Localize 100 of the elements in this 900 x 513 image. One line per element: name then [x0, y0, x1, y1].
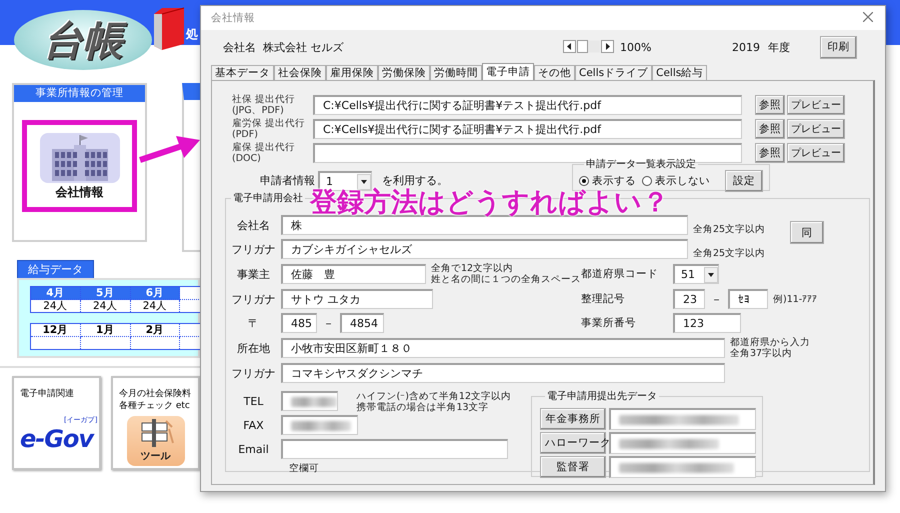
tab[interactable]: 社会保険	[274, 65, 326, 80]
field-label: 〒	[247, 316, 260, 330]
field-label: フリガナ	[230, 292, 276, 306]
same-button[interactable]: 同	[790, 221, 824, 244]
input-field[interactable]: 23	[673, 289, 705, 309]
month-header: 5月	[80, 286, 130, 300]
header-text: 処	[186, 26, 198, 43]
preview-button[interactable]: プレビュー	[787, 119, 845, 139]
input-field[interactable]	[281, 391, 338, 411]
dropdown-icon[interactable]	[357, 174, 371, 190]
field-label: 事業所番号	[581, 316, 637, 330]
tab[interactable]: Cellsドライブ	[575, 65, 652, 80]
menu-tile[interactable]: 今月の社会保険料 各種チェック etc ツール	[111, 376, 200, 470]
input-field[interactable]: カブシキガイシャセルズ	[281, 239, 688, 259]
month-header: 4月	[30, 286, 80, 300]
input-field[interactable]: 485	[281, 313, 317, 333]
file-path-field[interactable]: C:¥Cells¥提出代行に関する証明書¥テスト提出代行.pdf	[313, 119, 742, 139]
separator: －	[323, 316, 334, 330]
input-field[interactable]: 佐藤 豊	[281, 264, 426, 284]
input-field[interactable]: コマキシヤスダクシンマチ	[281, 363, 725, 383]
input-field[interactable]: 123	[673, 313, 741, 333]
input-field[interactable]	[609, 432, 756, 454]
hint-text: 例)11-ｱｱｱ	[773, 294, 818, 304]
office-button[interactable]: 年金事務所	[540, 408, 606, 430]
field-label: Email	[237, 442, 270, 456]
settings-button[interactable]: 設定	[725, 170, 763, 192]
building-icon	[38, 131, 122, 183]
hint-text: 都道府県から入力 全角37字以内	[730, 337, 810, 359]
tab[interactable]: 電子申請	[482, 63, 534, 80]
panel-title: 事業所情報の管理	[14, 85, 145, 102]
browse-button[interactable]: 参照	[755, 143, 785, 163]
app-logo: 台帳	[14, 10, 152, 70]
field-label: フリガナ	[230, 242, 276, 256]
input-field[interactable]: 4854	[340, 313, 384, 333]
field-suffix: を利用する。	[382, 173, 448, 188]
month-header: 12月	[30, 324, 80, 336]
company-info-button[interactable]: 会社情報	[22, 120, 137, 212]
field-label: 整理記号	[581, 292, 626, 306]
print-button[interactable]: 印刷	[820, 36, 857, 58]
radio-button[interactable]	[579, 176, 589, 186]
preview-button[interactable]: プレビュー	[787, 95, 845, 115]
panel-title: 給与データ	[17, 260, 94, 278]
table-cell: 24人	[130, 300, 180, 312]
hint-text: 空欄可	[289, 463, 319, 474]
office-button[interactable]: ハローワーク	[540, 432, 606, 454]
input-field[interactable]: 小牧市安田区新町１８０	[281, 338, 725, 358]
hint-text: 全角25文字以内	[693, 248, 766, 258]
window-title: 会社情報	[211, 11, 255, 25]
input-field[interactable]: ｾﾖ	[728, 289, 768, 309]
radio-option[interactable]: 表示しない	[642, 174, 710, 188]
tab[interactable]: 基本データ	[211, 65, 274, 80]
group-title: 電子申請用会社	[232, 192, 304, 205]
browse-button[interactable]: 参照	[755, 95, 785, 115]
tile-title: 電子申請関連	[20, 388, 74, 400]
tile-title: 今月の社会保険料 各種チェック etc	[119, 388, 191, 412]
hint-text: ハイフン(ｰ)含めて半角12文字以内 携帯電話の場合は半角13文字	[356, 391, 511, 413]
browse-button[interactable]: 参照	[755, 119, 785, 139]
group-title: 申請データ一覧表示設定	[585, 158, 697, 171]
hint-text: 全角25文字以内	[693, 224, 766, 234]
field-label: 雇保 提出代行 (DOC)	[232, 142, 296, 164]
field-label: 事業主	[236, 266, 271, 282]
month-header: 2月	[130, 324, 180, 336]
binder-icon	[152, 6, 186, 52]
month-header: 6月	[130, 286, 180, 300]
tool-button[interactable]: ツール	[126, 416, 184, 466]
radio-button[interactable]	[642, 176, 652, 186]
preview-button[interactable]: プレビュー	[787, 143, 845, 163]
input-field[interactable]	[609, 408, 756, 430]
office-button[interactable]: 監督署	[540, 456, 606, 478]
year-value: 2019	[732, 40, 760, 54]
month-header: 1月	[80, 324, 130, 336]
prefecture-dropdown[interactable]: 51	[673, 264, 719, 284]
table-cell: 24人	[80, 300, 130, 312]
company-name: 株式会社 セルズ	[263, 40, 344, 54]
caption-text: 登録方法はどうすればよい？	[310, 189, 669, 217]
tab[interactable]: Cells給与	[652, 65, 708, 80]
field-label: FAX	[242, 418, 265, 432]
field-label: 都道府県コード	[581, 267, 659, 281]
tab[interactable]: 雇用保険	[326, 65, 378, 80]
input-field[interactable]	[281, 439, 508, 459]
dropdown-icon[interactable]	[704, 266, 718, 282]
group-title: 電子申請用提出先データ	[546, 390, 658, 403]
field-label: 会社名	[236, 218, 271, 232]
field-label: 社保 提出代行 (JPG、PDF)	[232, 94, 296, 116]
table-cell: 24人	[30, 300, 80, 312]
input-field[interactable]: サトウ ユタカ	[281, 289, 433, 309]
input-field[interactable]	[609, 456, 756, 478]
field-label: 雇労保 提出代行 (PDF)	[232, 118, 306, 140]
field-label: 申請者情報	[259, 173, 315, 188]
close-icon	[863, 12, 873, 22]
zoom-scrollbar[interactable]	[563, 40, 615, 54]
field-label: 会社名	[223, 40, 257, 54]
file-path-field[interactable]: C:¥Cells¥提出代行に関する証明書¥テスト提出代行.pdf	[313, 95, 742, 115]
field-label: フリガナ	[230, 366, 276, 380]
field-label: TEL	[242, 394, 264, 408]
tab[interactable]: その他	[534, 65, 575, 80]
input-field[interactable]	[281, 415, 358, 435]
tab[interactable]: 労働保険	[378, 65, 430, 80]
radio-option[interactable]: 表示する	[579, 174, 636, 188]
tab[interactable]: 労働時間	[430, 65, 482, 80]
